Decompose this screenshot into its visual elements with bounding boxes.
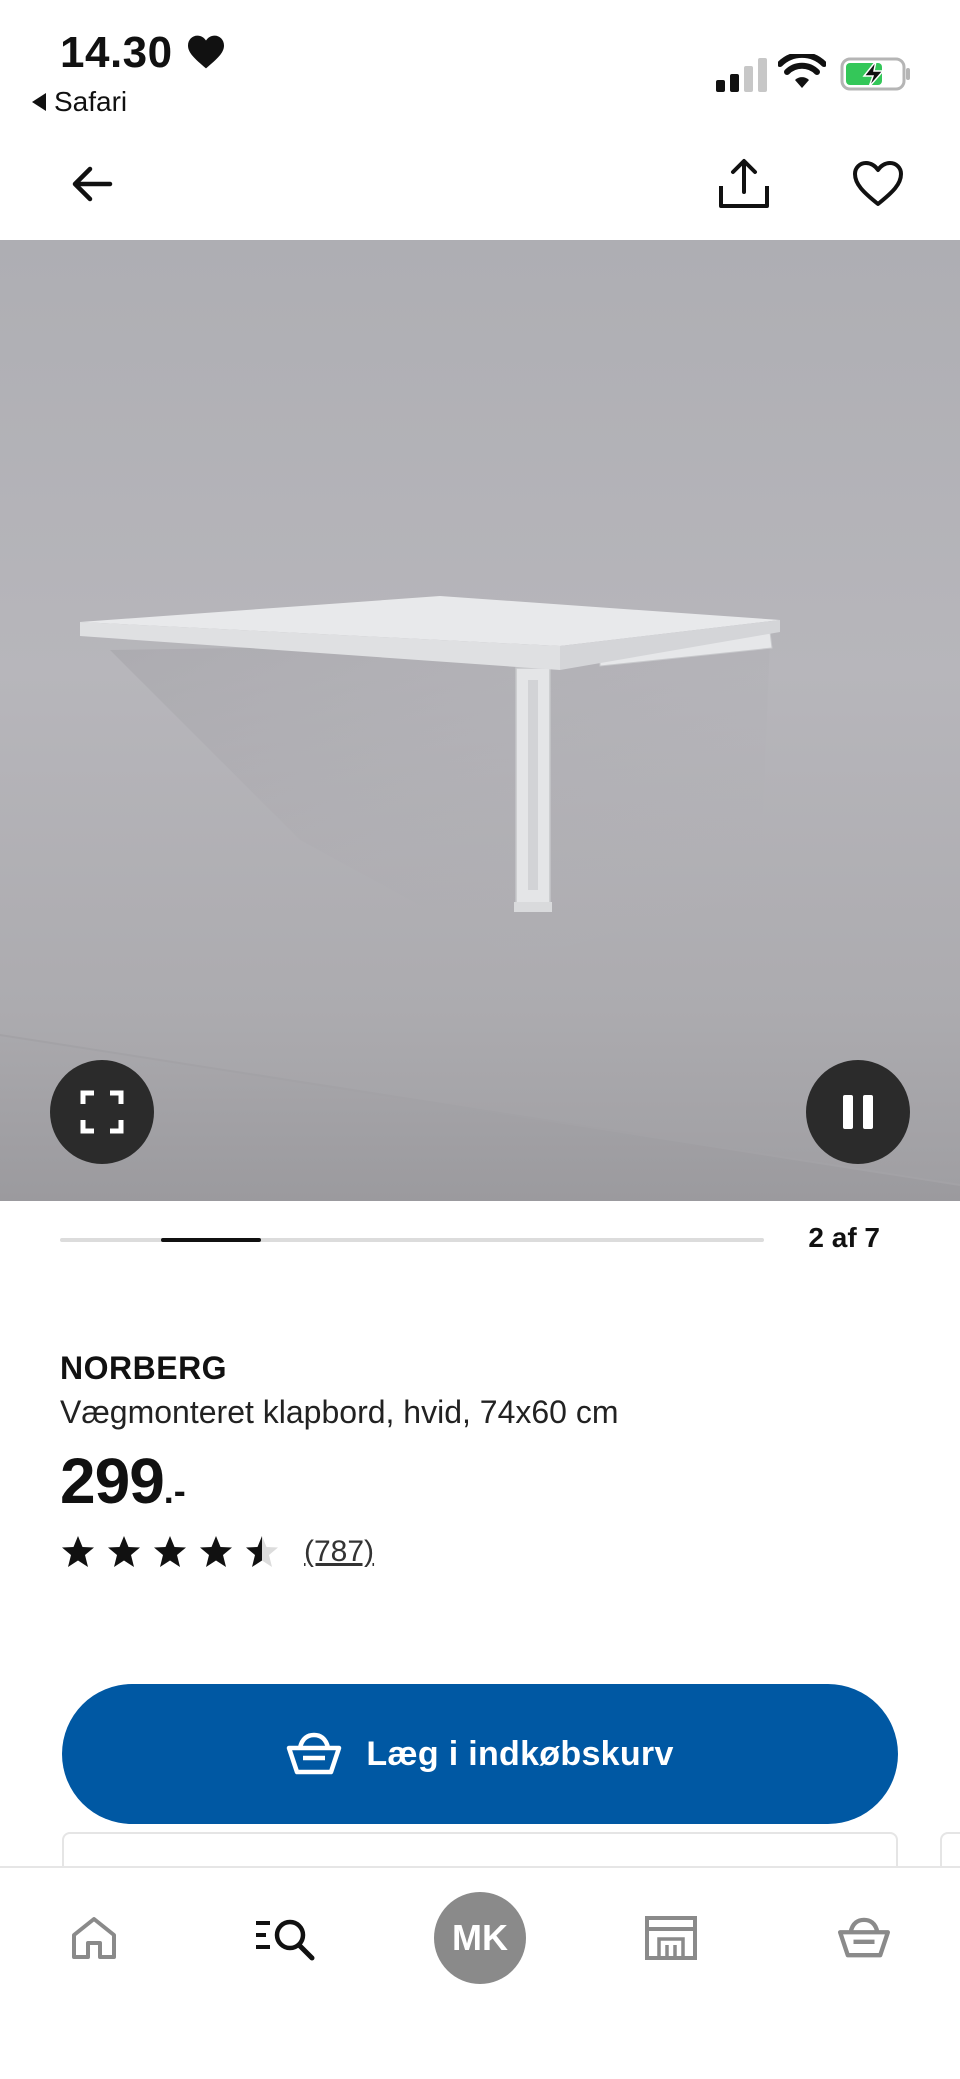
favorite-button[interactable] (842, 148, 914, 220)
arrow-left-icon (72, 166, 113, 202)
add-to-cart-label: Læg i indkøbskurv (366, 1734, 674, 1773)
heart-status-icon (188, 35, 224, 69)
tab-basket[interactable] (814, 1888, 914, 1988)
star-full-icon (154, 1536, 186, 1567)
tab-home[interactable] (44, 1888, 144, 1988)
product-image-gallery[interactable] (0, 240, 960, 1201)
home-icon (72, 1917, 116, 1959)
back-button[interactable] (56, 148, 128, 220)
product-name: NORBERG (60, 1350, 228, 1386)
slide-counter: 2 af 7 (808, 1222, 880, 1253)
share-icon (719, 159, 769, 208)
basket-icon (837, 1917, 891, 1958)
add-to-cart-button[interactable]: Læg i indkøbskurv (62, 1684, 898, 1824)
back-app-label: Safari (54, 86, 128, 117)
fullscreen-button[interactable] (50, 1060, 154, 1164)
basket-icon (287, 1732, 342, 1775)
battery-charging-icon (840, 57, 910, 91)
search-icon (256, 1919, 315, 1961)
profile-avatar: MK (434, 1892, 526, 1984)
heart-outline-icon (853, 161, 903, 206)
star-full-icon (108, 1536, 140, 1567)
product-description: Vægmonteret klapbord, hvid, 74x60 cm (60, 1394, 619, 1430)
pause-slideshow-button[interactable] (806, 1060, 910, 1164)
gallery-progress-indicator (160, 1238, 262, 1242)
pause-icon (843, 1095, 873, 1129)
wifi-icon (778, 54, 826, 88)
star-half-icon (246, 1536, 278, 1567)
cellular-signal-icon (716, 56, 767, 92)
share-button[interactable] (708, 148, 780, 220)
product-photo (0, 596, 960, 1201)
expand-icon (80, 1090, 124, 1134)
status-bar: 14.30 Safari (0, 0, 960, 140)
product-price: 299 .- (60, 1444, 186, 1518)
product-rating[interactable]: (787) (60, 1530, 374, 1574)
price-integer: 299 (60, 1445, 165, 1517)
store-icon (645, 1916, 697, 1960)
gallery-progress-track (60, 1238, 764, 1242)
star-full-icon (62, 1536, 94, 1567)
price-suffix: .- (163, 1470, 186, 1511)
reviews-count-link[interactable]: (787) (304, 1535, 374, 1569)
tab-profile[interactable]: MK (430, 1888, 530, 1988)
tab-search[interactable] (236, 1888, 336, 1988)
star-full-icon (200, 1536, 232, 1567)
back-triangle-icon (32, 93, 46, 111)
tab-stores[interactable] (621, 1888, 721, 1988)
back-to-app[interactable]: Safari (32, 86, 127, 118)
status-time: 14.30 (60, 28, 173, 77)
bottom-tab-bar: MK (0, 1866, 960, 2079)
top-navigation (0, 140, 960, 240)
